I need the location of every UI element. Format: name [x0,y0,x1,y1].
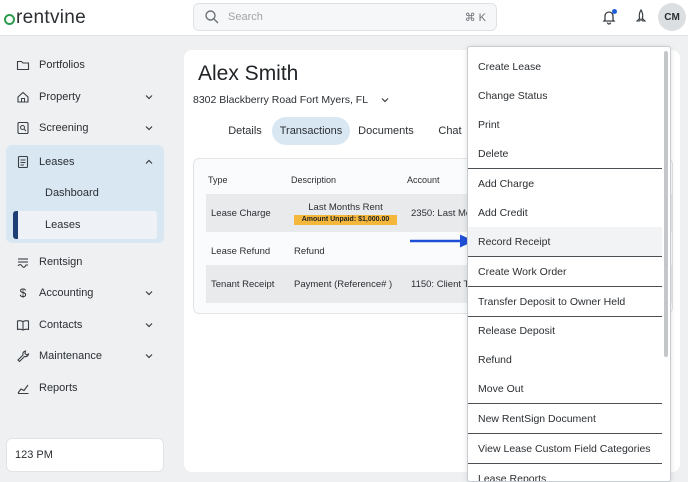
chevron-down-icon [144,320,154,330]
chevron-down-icon [144,92,154,102]
logo-mark-icon [4,13,15,25]
cell-type: Tenant Receipt [211,278,275,290]
sidebar-item-rentsign[interactable]: Rentsign [12,250,160,274]
rentvine-logo[interactable]: rentvine [4,7,86,29]
menu-item-delete[interactable]: Delete [468,139,662,168]
sidebar-item-label: Screening [39,122,89,134]
property-address-selector[interactable]: 8302 Blackberry Road Fort Myers, FL [193,94,396,106]
house-icon [16,90,30,104]
menu-item-new-rentsign-document[interactable]: New RentSign Document [468,404,662,433]
lease-icon [16,155,30,169]
sidebar-subitem-leases[interactable]: Leases [45,219,80,231]
tab-documents[interactable]: Documents [356,117,416,145]
sidebar-item-label: Property [39,91,81,103]
menu-item-lease-reports[interactable]: Lease Reports [468,464,662,482]
notification-dot [612,9,617,14]
signature-icon [16,255,30,269]
sidebar-item-contacts[interactable]: Contacts [12,313,160,337]
menu-item-view-custom-field-categories[interactable]: View Lease Custom Field Categories [468,434,662,463]
tab-details[interactable]: Details [224,117,266,145]
description-text: Last Months Rent [308,201,383,213]
cell-account: 1150: Client Tr [411,278,473,290]
clock-widget: 123 PM [6,438,164,472]
sidebar-item-label: Accounting [39,287,94,299]
menu-item-add-charge[interactable]: Add Charge [468,169,662,198]
sidebar-item-label: Contacts [39,319,83,331]
avatar[interactable]: CM [658,3,686,31]
cell-description: Last Months Rent Amount Unpaid: $1,000.0… [294,194,397,232]
chevron-up-icon [144,157,154,167]
sidebar-item-maintenance[interactable]: Maintenance [12,344,160,368]
chevron-down-icon [144,123,154,133]
wrench-icon [16,349,30,363]
tab-chat[interactable]: Chat [434,117,466,145]
sidebar-item-label: Leases [39,156,75,168]
search-icon [204,9,220,25]
property-address: 8302 Blackberry Road Fort Myers, FL [193,94,369,106]
menu-item-transfer-deposit[interactable]: Transfer Deposit to Owner Held [468,287,662,316]
chevron-down-icon [144,351,154,361]
cell-type: Lease Charge [211,207,271,219]
sidebar-item-portfolios[interactable]: Portfolios [12,53,160,77]
search-input[interactable]: Search [228,11,465,23]
menu-item-print[interactable]: Print [468,110,662,139]
dollar-icon: $ [19,286,27,300]
column-header-description: Description [291,175,337,185]
menu-item-move-out[interactable]: Move Out [468,374,662,403]
menu-item-create-lease[interactable]: Create Lease [468,52,662,81]
tab-transactions[interactable]: Transactions [272,117,350,145]
cell-description: Payment (Reference# ) [294,278,393,290]
page-title: Alex Smith [198,62,299,85]
active-indicator [13,211,18,239]
active-subitem-bg [13,211,157,239]
sidebar-item-label: Portfolios [39,59,85,71]
folder-icon [16,58,30,72]
screening-icon [16,121,30,135]
menu-item-change-status[interactable]: Change Status [468,81,662,110]
sidebar-subitem-dashboard[interactable]: Dashboard [45,187,99,199]
chevron-down-icon [144,288,154,298]
column-header-account: Account [407,175,440,185]
sidebar-item-label: Maintenance [39,350,102,362]
menu-item-record-receipt[interactable]: Record Receipt [468,227,662,256]
sidebar-item-reports[interactable]: Reports [12,376,160,400]
search-box[interactable]: Search ⌘ K [193,3,497,31]
sidebar-item-accounting[interactable]: $ Accounting [12,281,160,305]
menu-item-add-credit[interactable]: Add Credit [468,198,662,227]
lease-actions-menu: Create Lease Change Status Print Delete … [467,46,671,482]
sidebar-item-screening[interactable]: Screening [12,116,160,140]
rocket-icon[interactable] [632,8,650,26]
chart-icon [16,381,30,395]
menu-item-create-work-order[interactable]: Create Work Order [468,257,662,286]
amount-unpaid-badge: Amount Unpaid: $1,000.00 [294,214,397,225]
menu-item-release-deposit[interactable]: Release Deposit [468,316,662,345]
sidebar-item-property[interactable]: Property [12,85,160,109]
sidebar-item-label: Reports [39,382,78,394]
top-bar: rentvine Search ⌘ K CM [0,0,688,36]
search-shortcut: ⌘ K [464,11,486,24]
logo-text: rentvine [16,7,86,28]
column-header-type: Type [208,175,228,185]
menu-scrollbar[interactable] [664,51,668,357]
sidebar-item-leases[interactable]: Leases [12,150,160,174]
chevron-down-icon [380,95,390,105]
book-icon [16,318,30,332]
sidebar-item-label: Rentsign [39,256,83,268]
menu-item-refund[interactable]: Refund [468,345,662,374]
